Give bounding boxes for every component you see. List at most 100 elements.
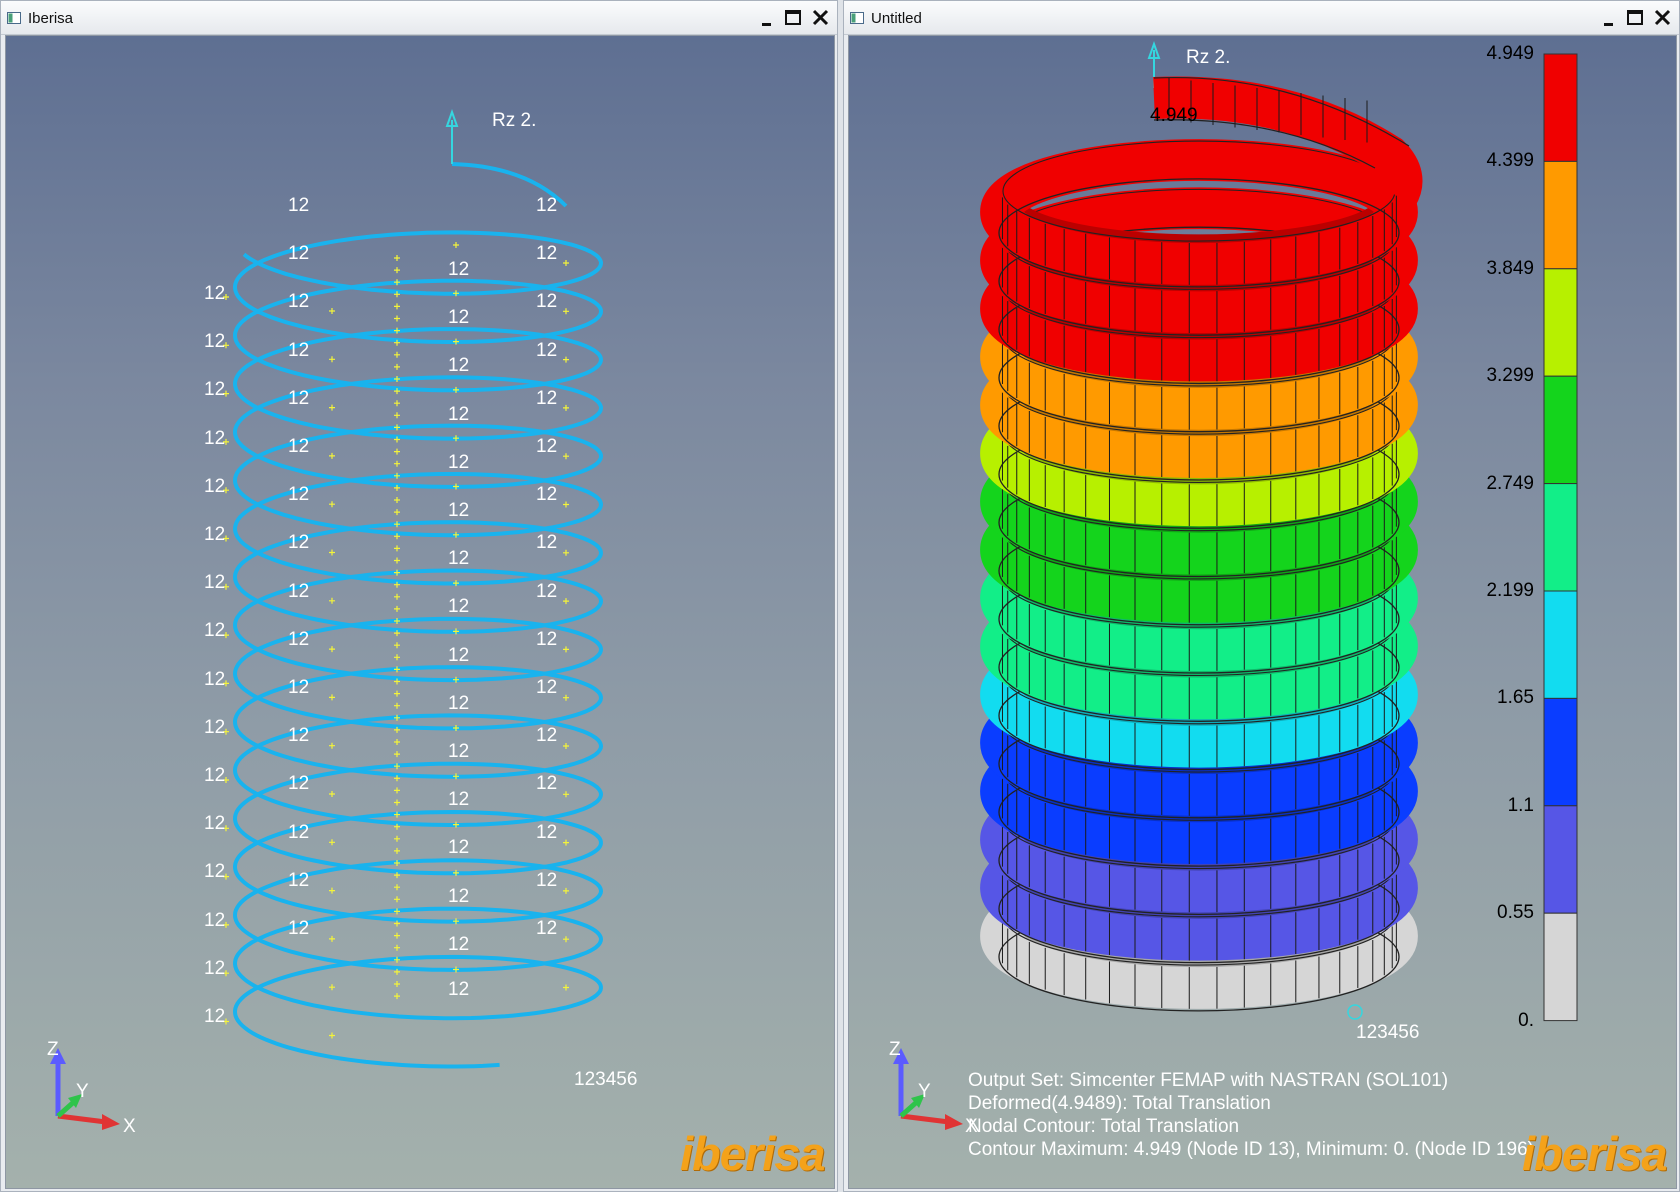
node-marker [329,839,335,846]
close-icon[interactable] [809,5,833,31]
element-label: 12 [204,861,226,883]
node-marker [563,936,569,943]
node-marker [563,646,569,653]
legend-band [1543,375,1578,485]
node-marker [394,267,400,274]
element-label: 12 [204,668,226,690]
node-marker [394,690,400,697]
node-marker [394,315,400,322]
constraint-label: 123456 [1356,1022,1420,1043]
node-marker [329,356,335,363]
node-marker [563,743,569,749]
element-label: 12 [288,725,310,747]
element-label: 12 [204,379,226,401]
close-icon[interactable] [1651,5,1675,31]
node-marker [329,501,335,508]
element-label: 12 [204,427,226,449]
element-label: 12 [288,484,310,506]
node-marker [394,835,400,842]
element-label: 12 [448,933,470,955]
node-marker [394,303,400,310]
legend-value: 4.949 [1486,43,1534,64]
graphics-viewport[interactable]: 12 12 12 12 12 12 12 12 12 12 12 12 12 12 12 12 12 12 12 12… [5,35,835,1189]
node-marker [563,887,569,894]
graphics-viewport[interactable]: Rz 2. 4.949 123456 4.949 4.399 3.849 3.299 2… [848,35,1677,1189]
node-marker [563,453,569,460]
window-title: Iberisa [28,10,74,27]
element-label: 12 [536,628,558,650]
element-label: 12 [536,725,558,747]
node-marker [329,742,335,749]
node-marker [329,646,335,653]
element-label: 12 [448,500,470,521]
node-marker [394,509,400,516]
legend-band [1543,590,1578,699]
node-marker [329,935,335,942]
node-marker [394,702,400,709]
element-label: 12 [204,813,226,835]
minimize-icon[interactable] [1597,5,1621,31]
element-label: 12 [448,789,470,811]
maximize-icon[interactable] [1623,5,1647,31]
element-label: 12 [536,339,558,361]
element-label: 12 [288,628,310,650]
node-marker [329,404,335,411]
node-marker [453,242,459,248]
element-label: 12 [536,869,558,891]
minimize-icon[interactable] [755,5,779,31]
node-marker [329,549,335,556]
title-bar[interactable]: Untitled [844,1,1679,35]
node-marker [329,791,335,797]
info-output-set: Output Set: Simcenter FEMAP with NASTRAN… [968,1070,1449,1091]
element-label: 12 [204,957,226,979]
app-icon [7,12,21,24]
legend-value: 1.1 [1507,794,1534,816]
max-value-tag: 4.949 [1150,105,1198,126]
untitled-window: Untitled Rz 2. 4.949 123456 4.949 4.399 3.… [843,0,1680,1192]
legend-band [1543,697,1578,807]
element-label: 12 [204,765,226,786]
legend-value: 1.65 [1497,687,1534,709]
element-label: 12 [536,195,558,216]
node-marker [394,787,400,794]
element-label: 12 [288,821,310,843]
node-marker [563,839,569,846]
node-marker [394,884,400,891]
node-marker [394,751,400,758]
window-title: Untitled [871,10,922,27]
legend-value: 4.399 [1486,150,1534,172]
node-marker [394,412,400,419]
app-icon [850,12,864,24]
legend-value: 2.199 [1486,580,1534,601]
element-label: 12 [288,291,310,313]
node-marker [394,448,400,455]
node-marker [394,932,400,939]
element-label: 12 [536,821,558,843]
element-label: 12 [448,451,470,473]
axis-y-label: Y [918,1081,931,1102]
legend-band [1543,160,1578,270]
element-label: 12 [448,596,470,618]
node-marker [394,363,400,370]
node-marker [394,497,400,503]
element-label: 12 [448,741,470,762]
legend-value: 3.849 [1486,257,1534,279]
element-label: 12 [204,716,226,738]
node-marker [394,351,400,358]
node-marker [394,739,400,745]
node-marker [394,255,400,261]
element-label: 12 [536,918,558,939]
legend-value: 3.299 [1486,365,1534,387]
constraint-label: 123456 [574,1069,638,1090]
maximize-icon[interactable] [781,5,805,31]
iberisa-logo: iberisa [1522,1127,1668,1180]
node-marker [394,799,400,806]
node-marker [329,984,335,991]
iberisa-window: Iberisa 12 12 12 12 12 12 12 12 12 12 12 12 12 12 12 12… [0,0,838,1192]
title-bar[interactable]: Iberisa [1,1,837,35]
node-marker [394,654,400,661]
legend-value: 2.749 [1486,472,1534,494]
node-marker [394,557,400,564]
element-label: 12 [204,572,226,594]
element-label: 12 [288,532,310,554]
